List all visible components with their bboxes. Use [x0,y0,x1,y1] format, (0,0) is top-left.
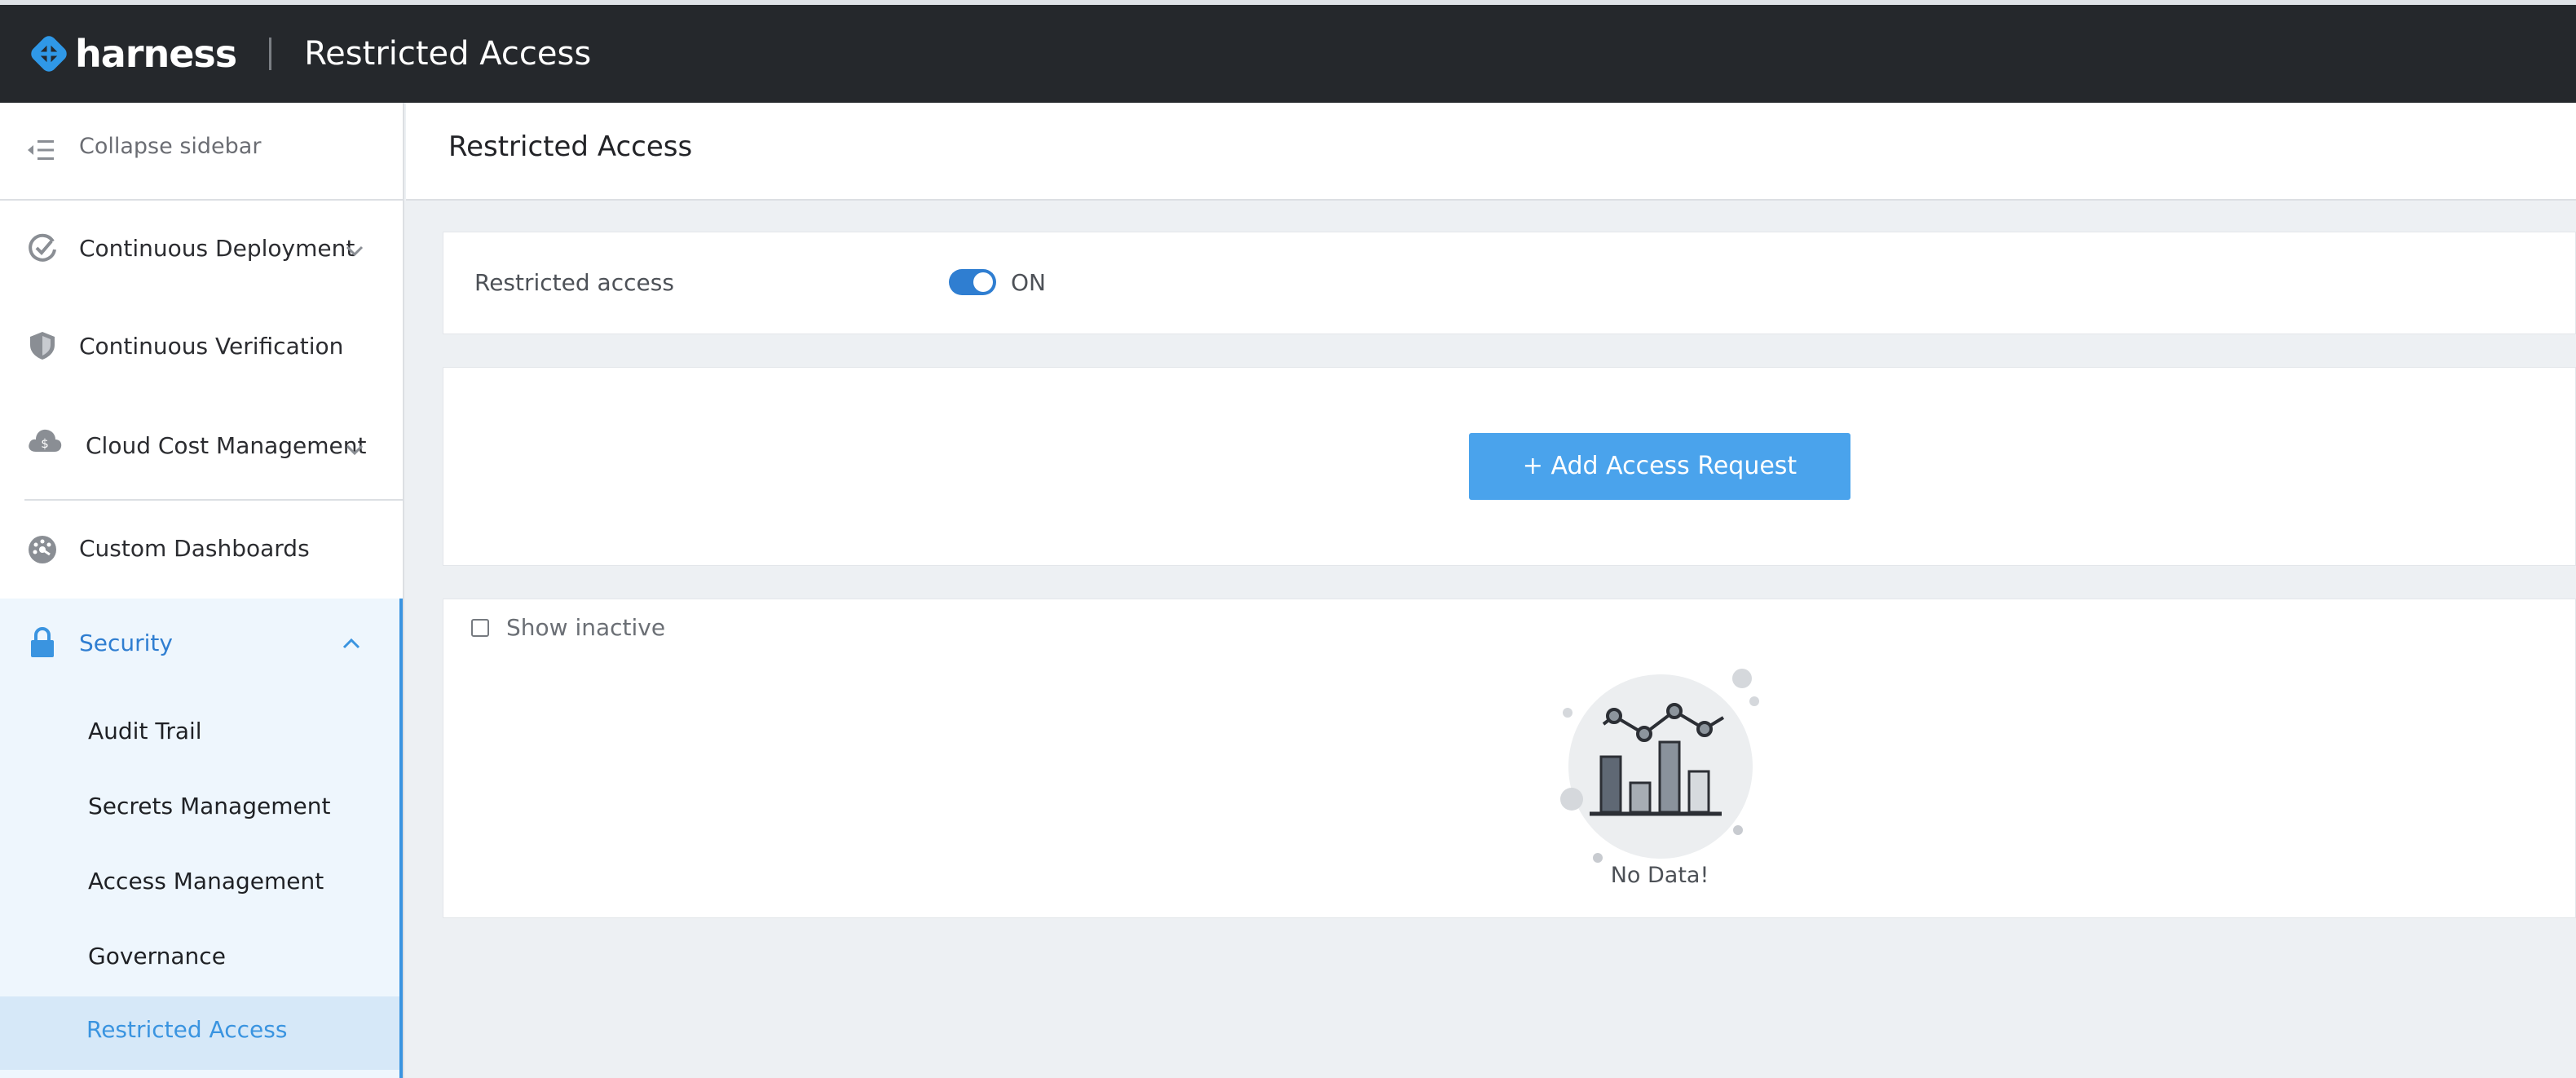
chevron-down-icon[interactable] [346,245,364,257]
restricted-access-toggle[interactable] [949,269,996,295]
top-bar-title: Restricted Access [304,35,592,73]
sidebar-item-label: Cloud Cost Management [86,432,367,459]
dashboard-icon [29,536,56,563]
sidebar: Collapse sidebar Continuous Deployment C… [0,103,404,1078]
collapse-sidebar-label: Collapse sidebar [79,134,262,159]
collapse-sidebar-icon [28,140,54,160]
empty-state-text: No Data! [1610,863,1709,888]
toggle-knob [973,272,993,292]
show-inactive-label[interactable]: Show inactive [506,614,665,641]
sidebar-item-label: Continuous Deployment [79,235,355,262]
chevron-down-icon[interactable] [346,444,364,456]
sidebar-subitem-secrets-management[interactable]: Secrets Management [88,793,330,820]
sidebar-item-label: Continuous Verification [79,333,344,360]
harness-logo-icon [31,36,67,72]
sidebar-subitem-governance[interactable]: Governance [88,943,226,970]
sidebar-item-label: Security [79,630,173,656]
svg-text:$: $ [41,436,49,451]
sidebar-item-security[interactable]: Security [0,608,399,677]
page-title: Restricted Access [448,130,693,163]
brand[interactable]: harness [28,32,237,76]
access-requests-list [443,599,2576,918]
shield-icon [30,332,55,360]
deployment-icon [29,233,56,262]
show-inactive-checkbox[interactable] [471,619,489,637]
chevron-up-icon[interactable] [342,638,360,649]
add-access-request-button[interactable]: + Add Access Request [1469,433,1850,500]
sidebar-divider [24,499,403,501]
lock-icon [31,626,54,657]
restricted-access-label: Restricted access [474,269,674,296]
sidebar-subitem-label: Restricted Access [86,1016,288,1043]
sidebar-item-continuous-deployment[interactable]: Continuous Deployment [0,225,403,274]
collapse-sidebar-button[interactable]: Collapse sidebar [0,103,403,201]
title-separator [269,38,272,70]
no-data-chart-icon [1560,669,1759,863]
page-header [406,103,2576,201]
sidebar-item-continuous-verification[interactable]: Continuous Verification [0,323,403,372]
sidebar-item-cloud-cost-management[interactable]: $ Cloud Cost Management [0,422,403,471]
brand-name: harness [75,32,237,76]
sidebar-item-custom-dashboards[interactable]: Custom Dashboards [0,525,403,574]
top-bar: harness Restricted Access [0,0,2576,103]
sidebar-subitem-restricted-access[interactable]: Restricted Access [0,996,399,1070]
restricted-access-card [443,232,2576,334]
toggle-state-label: ON [1011,269,1046,296]
sidebar-item-label: Custom Dashboards [79,535,310,562]
sidebar-subitem-access-management[interactable]: Access Management [88,868,324,895]
sidebar-subitem-audit-trail[interactable]: Audit Trail [88,718,202,744]
cloud-cost-icon: $ [29,429,62,452]
